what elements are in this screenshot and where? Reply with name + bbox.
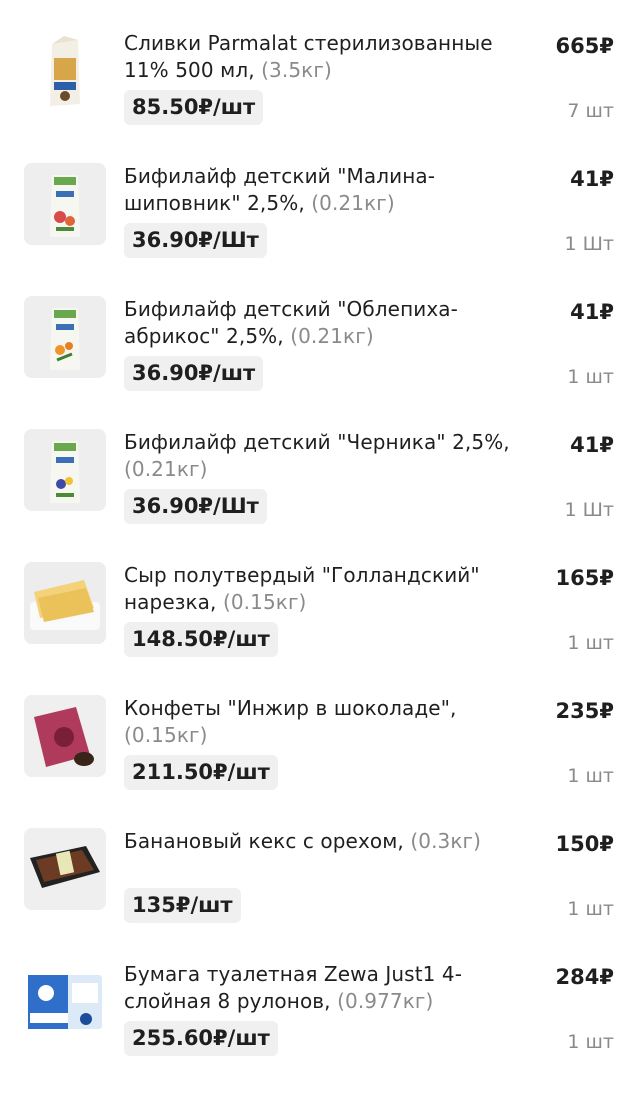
list-item[interactable]: Бифилайф детский "Черника" 2,5%, (0.21кг… (0, 399, 640, 532)
quantity: 7 шт (567, 100, 614, 122)
total-price: 665₽ (555, 34, 614, 58)
product-weight: (0.15кг) (222, 590, 307, 614)
quantity: 1 Шт (564, 499, 614, 521)
list-item[interactable]: Конфеты "Инжир в шоколаде", (0.15кг) 211… (0, 665, 640, 798)
quantity: 1 шт (567, 1031, 614, 1053)
total-price: 41₽ (570, 433, 614, 457)
quantity: 1 шт (567, 765, 614, 787)
total-price: 150₽ (555, 832, 614, 856)
list-item[interactable]: Бифилайф детский "Облепиха-абрикос" 2,5%… (0, 266, 640, 399)
product-name: Бифилайф детский "Облепиха-абрикос" 2,5%… (124, 297, 458, 348)
product-image (24, 429, 106, 511)
product-image (24, 961, 106, 1043)
product-weight: (0.21кг) (311, 191, 395, 215)
product-name: Сливки Parmalat стерилизованные 11% 500 … (124, 31, 493, 82)
product-name: Банановый кекс с орехом, (0.3кг) (124, 829, 482, 853)
product-name: Конфеты "Инжир в шоколаде", (0.15кг) (124, 696, 457, 747)
unit-price-badge: 36.90₽/Шт (124, 489, 267, 524)
product-weight: (3.5кг) (261, 58, 332, 82)
product-image (24, 562, 106, 644)
product-weight: (0.15кг) (124, 723, 208, 747)
unit-price-badge: 36.90₽/шт (124, 356, 264, 391)
product-image (24, 163, 106, 245)
product-name: Бифилайф детский "Черника" 2,5%, (0.21кг… (124, 430, 510, 481)
product-image (24, 695, 106, 777)
list-item[interactable]: Бумага туалетная Zewa Just1 4-слойная 8 … (0, 931, 640, 1064)
total-price: 41₽ (570, 167, 614, 191)
product-name: Бифилайф детский "Малина-шиповник" 2,5%,… (124, 164, 436, 215)
product-image (24, 296, 106, 378)
quantity: 1 шт (567, 366, 614, 388)
unit-price-badge: 36.90₽/Шт (124, 223, 267, 258)
total-price: 41₽ (570, 300, 614, 324)
product-weight: (0.3кг) (410, 829, 482, 853)
unit-price-badge: 85.50₽/шт (124, 90, 264, 125)
unit-price-badge: 211.50₽/шт (124, 755, 278, 790)
list-item[interactable]: Сыр полутвердый "Голландский" нарезка, (… (0, 532, 640, 665)
quantity: 1 шт (567, 898, 614, 920)
unit-price-badge: 148.50₽/шт (124, 622, 278, 657)
product-name: Сыр полутвердый "Голландский" нарезка, (… (124, 563, 480, 614)
list-item[interactable]: Банановый кекс с орехом, (0.3кг) 135₽/шт… (0, 798, 640, 931)
product-image (24, 828, 106, 910)
product-weight: (0.21кг) (290, 324, 374, 348)
unit-price-badge: 255.60₽/шт (124, 1021, 278, 1056)
quantity: 1 Шт (564, 233, 614, 255)
total-price: 284₽ (555, 965, 614, 989)
unit-price-badge: 135₽/шт (124, 888, 241, 923)
order-items-list: Сливки Parmalat стерилизованные 11% 500 … (0, 0, 640, 1064)
product-name: Бумага туалетная Zewa Just1 4-слойная 8 … (124, 962, 463, 1013)
total-price: 165₽ (555, 566, 614, 590)
product-weight: (0.21кг) (124, 457, 208, 481)
product-weight: (0.977кг) (337, 989, 434, 1013)
list-item[interactable]: Бифилайф детский "Малина-шиповник" 2,5%,… (0, 133, 640, 266)
total-price: 235₽ (555, 699, 614, 723)
quantity: 1 шт (567, 632, 614, 654)
product-image (24, 30, 106, 112)
list-item[interactable]: Сливки Parmalat стерилизованные 11% 500 … (0, 0, 640, 133)
